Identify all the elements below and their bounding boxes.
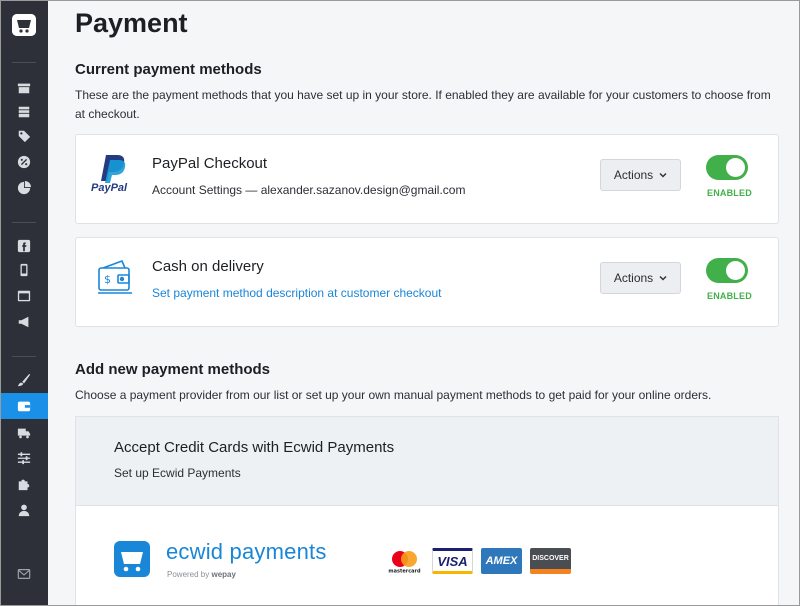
truck-icon[interactable] xyxy=(0,421,48,445)
current-methods-description: These are the payment methods that you h… xyxy=(75,88,771,121)
ecwid-payments-brand: ecwid payments xyxy=(166,539,327,564)
settings-sliders-icon[interactable] xyxy=(0,446,48,470)
enabled-toggle[interactable] xyxy=(706,155,748,180)
megaphone-icon[interactable] xyxy=(0,310,48,334)
amex-logo-icon: AMEX xyxy=(481,548,522,574)
visa-label: VISA xyxy=(437,553,468,569)
amex-label: AMEX xyxy=(485,555,518,567)
powered-by-prefix: Powered by xyxy=(167,570,210,579)
tag-icon[interactable] xyxy=(0,124,48,148)
current-methods-title: Current payment methods xyxy=(75,61,262,78)
catalog-icon[interactable] xyxy=(0,100,48,124)
actions-dropdown-button[interactable]: Actions xyxy=(600,159,681,191)
payment-method-name: Cash on delivery xyxy=(152,258,264,275)
page-title: Payment xyxy=(75,8,188,38)
wepay-brand: wepay xyxy=(211,570,236,579)
sidebar-divider xyxy=(12,356,36,357)
mastercard-logo-icon: mastercard xyxy=(384,548,425,574)
mail-icon[interactable] xyxy=(0,562,48,586)
ecwid-cart-logo-icon[interactable] xyxy=(12,14,36,36)
discount-icon[interactable] xyxy=(0,150,48,174)
svg-text:$: $ xyxy=(104,273,111,286)
promo-title: Accept Credit Cards with Ecwid Payments xyxy=(114,439,395,456)
powered-by-label: Powered by wepay xyxy=(167,570,236,579)
reports-icon[interactable] xyxy=(0,176,48,200)
paypal-logo-icon: PayPal xyxy=(91,152,134,196)
visa-logo-icon: VISA xyxy=(432,548,473,574)
set-description-link[interactable]: Set payment method description at custom… xyxy=(152,286,441,300)
payment-method-name: PayPal Checkout xyxy=(152,155,268,172)
cash-wallet-icon: $ xyxy=(96,258,134,294)
promo-header: Accept Credit Cards with Ecwid Payments … xyxy=(76,417,778,506)
discover-logo-icon: DISCOVER xyxy=(530,548,571,574)
wallet-icon[interactable] xyxy=(0,393,48,419)
store-icon[interactable] xyxy=(0,76,48,100)
mastercard-label: mastercard xyxy=(388,569,421,575)
discover-label: DISCOVER xyxy=(532,555,569,562)
website-icon[interactable] xyxy=(0,284,48,308)
sidebar-divider xyxy=(12,222,36,223)
enabled-status-label: ENABLED xyxy=(707,188,752,198)
main-content: Payment Current payment methods These ar… xyxy=(48,0,800,606)
actions-label: Actions xyxy=(613,271,654,285)
paypal-logo-text: PayPal xyxy=(91,182,128,194)
payment-method-card-paypal: PayPal PayPal Checkout Account Settings … xyxy=(75,134,779,224)
actions-label: Actions xyxy=(613,168,654,182)
enabled-toggle[interactable] xyxy=(706,258,748,283)
mobile-icon[interactable] xyxy=(0,258,48,282)
payment-method-card-cash-on-delivery: $ Cash on delivery Set payment method de… xyxy=(75,237,779,327)
toggle-knob xyxy=(726,261,745,280)
promo-setup-link[interactable]: Set up Ecwid Payments xyxy=(114,466,241,480)
user-icon[interactable] xyxy=(0,498,48,522)
sidebar xyxy=(0,0,48,606)
payment-method-account: Account Settings — alexander.sazanov.des… xyxy=(152,183,466,197)
facebook-icon[interactable] xyxy=(0,234,48,258)
puzzle-icon[interactable] xyxy=(0,472,48,496)
sidebar-divider xyxy=(12,62,36,63)
ecwid-payments-logo-icon xyxy=(114,541,158,581)
actions-dropdown-button[interactable]: Actions xyxy=(600,262,681,294)
ecwid-payments-promo: Accept Credit Cards with Ecwid Payments … xyxy=(75,416,779,606)
add-methods-description: Choose a payment provider from our list … xyxy=(75,388,712,402)
add-methods-title: Add new payment methods xyxy=(75,361,271,378)
toggle-knob xyxy=(726,158,745,177)
chevron-down-icon xyxy=(659,276,667,281)
enabled-status-label: ENABLED xyxy=(707,291,752,301)
brush-icon[interactable] xyxy=(0,368,48,392)
chevron-down-icon xyxy=(659,173,667,178)
